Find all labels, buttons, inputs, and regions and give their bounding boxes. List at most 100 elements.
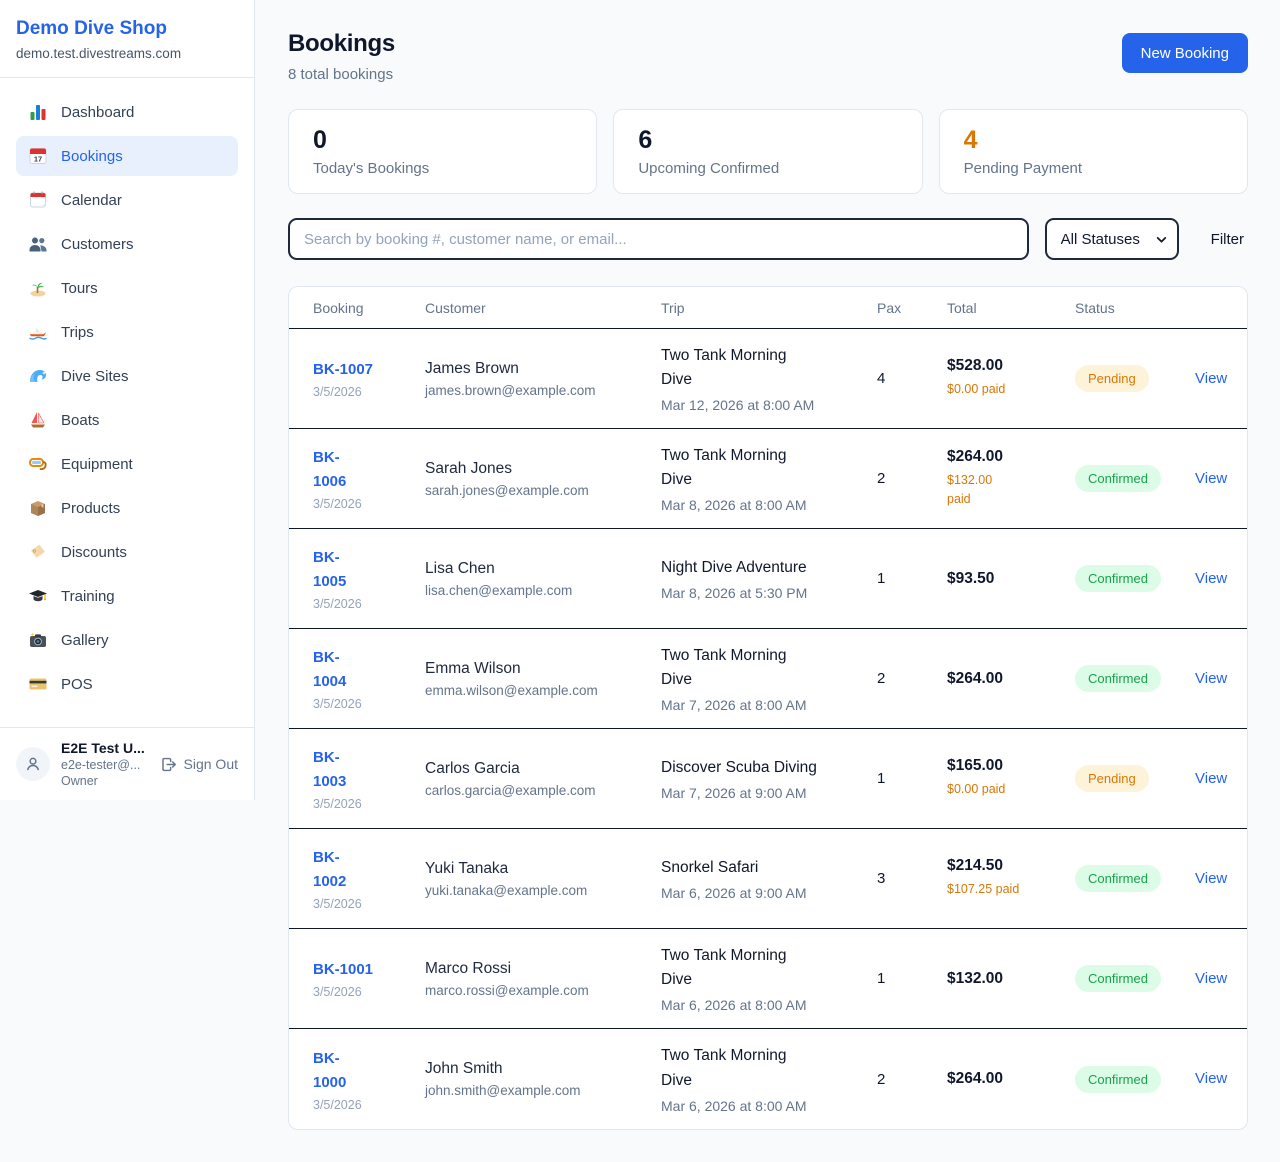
- sidebar-item-discounts[interactable]: Discounts: [16, 532, 238, 572]
- sign-out-icon: [160, 756, 177, 773]
- sidebar-item-bookings[interactable]: 17 Bookings: [16, 136, 238, 176]
- customer-name: Marco Rossi: [425, 960, 661, 978]
- paid-amount: $107.25 paid: [947, 880, 1075, 899]
- filter-button[interactable]: Filter: [1211, 231, 1244, 248]
- sidebar-nav: Dashboard 17 Bookings Calendar Customers…: [0, 78, 254, 704]
- view-link[interactable]: View: [1195, 1070, 1227, 1087]
- stats-cards: 0 Today's Bookings 6 Upcoming Confirmed …: [288, 109, 1248, 194]
- trip-datetime: Mar 7, 2026 at 8:00 AM: [661, 697, 877, 713]
- search-input[interactable]: [288, 218, 1029, 260]
- sidebar-item-boats[interactable]: Boats: [16, 400, 238, 440]
- view-link[interactable]: View: [1195, 970, 1227, 987]
- view-cell: View: [1195, 470, 1247, 488]
- trip-datetime: Mar 8, 2026 at 5:30 PM: [661, 585, 877, 601]
- status-cell: Confirmed: [1075, 465, 1195, 492]
- bar-chart-icon: [28, 102, 48, 122]
- booking-date: 3/5/2026: [313, 697, 425, 711]
- booking-id-link[interactable]: BK- 1005: [313, 546, 346, 594]
- trip-cell: Two Tank Morning Dive Mar 7, 2026 at 8:0…: [661, 644, 877, 713]
- customer-cell: Emma Wilson emma.wilson@example.com: [425, 660, 661, 698]
- view-link[interactable]: View: [1195, 570, 1227, 587]
- trip-cell: Snorkel Safari Mar 6, 2026 at 9:00 AM: [661, 856, 877, 901]
- toolbar: All Statuses Filter: [288, 218, 1248, 260]
- new-booking-button[interactable]: New Booking: [1122, 33, 1248, 73]
- view-cell: View: [1195, 770, 1247, 788]
- booking-id-link[interactable]: BK- 1006: [313, 446, 346, 494]
- total-cell: $132.00: [947, 970, 1075, 988]
- trip-name: Two Tank Morning Dive: [661, 444, 819, 492]
- table-row: BK- 1006 3/5/2026 Sarah Jones sarah.jone…: [289, 429, 1247, 529]
- booking-id-link[interactable]: BK- 1003: [313, 746, 346, 794]
- sign-out-button[interactable]: Sign Out: [160, 756, 238, 773]
- total-cell: $528.00 $0.00 paid: [947, 357, 1075, 399]
- status-badge: Pending: [1075, 365, 1149, 392]
- stat-label: Today's Bookings: [313, 160, 572, 177]
- table-row: BK- 1000 3/5/2026 John Smith john.smith@…: [289, 1029, 1247, 1129]
- booking-id-link[interactable]: BK- 1002: [313, 846, 346, 894]
- page-header: Bookings 8 total bookings New Booking: [288, 30, 1248, 83]
- customer-email: lisa.chen@example.com: [425, 583, 661, 598]
- booking-id-link[interactable]: BK-1001: [313, 958, 373, 982]
- status-filter-select[interactable]: All Statuses: [1045, 218, 1179, 260]
- sign-out-label: Sign Out: [184, 756, 238, 772]
- total-amount: $93.50: [947, 570, 1075, 588]
- customer-name: Lisa Chen: [425, 560, 661, 578]
- pax-value: 1: [877, 570, 947, 587]
- pax-value: 2: [877, 470, 947, 487]
- view-link[interactable]: View: [1195, 470, 1227, 487]
- status-cell: Confirmed: [1075, 865, 1195, 892]
- sidebar-item-customers[interactable]: Customers: [16, 224, 238, 264]
- booking-id-link[interactable]: BK-1007: [313, 358, 373, 382]
- customer-email: james.brown@example.com: [425, 383, 661, 398]
- status-cell: Confirmed: [1075, 1066, 1195, 1093]
- camera-icon: [28, 630, 48, 650]
- brand-domain: demo.test.divestreams.com: [16, 46, 238, 61]
- view-link[interactable]: View: [1195, 370, 1227, 387]
- stat-value: 4: [964, 126, 1223, 155]
- sailboat-icon: [28, 410, 48, 430]
- sidebar-item-calendar[interactable]: Calendar: [16, 180, 238, 220]
- calendar-icon: 17: [28, 146, 48, 166]
- trip-datetime: Mar 7, 2026 at 9:00 AM: [661, 785, 877, 801]
- status-cell: Confirmed: [1075, 965, 1195, 992]
- sidebar-item-dive-sites[interactable]: Dive Sites: [16, 356, 238, 396]
- app: Demo Dive Shop demo.test.divestreams.com…: [0, 0, 1280, 1160]
- pax-value: 2: [877, 670, 947, 687]
- sidebar-item-training[interactable]: Training: [16, 576, 238, 616]
- sidebar-item-label: Trips: [61, 324, 94, 341]
- view-link[interactable]: View: [1195, 770, 1227, 787]
- user-name: E2E Test U...: [61, 740, 149, 756]
- trip-name: Snorkel Safari: [661, 856, 819, 880]
- stat-card: 4 Pending Payment: [939, 109, 1248, 194]
- view-cell: View: [1195, 670, 1247, 688]
- booking-cell: BK- 1005 3/5/2026: [313, 546, 425, 611]
- customer-name: James Brown: [425, 360, 661, 378]
- trip-datetime: Mar 6, 2026 at 8:00 AM: [661, 997, 877, 1013]
- sidebar-item-label: Equipment: [61, 456, 133, 473]
- sidebar-item-pos[interactable]: POS: [16, 664, 238, 704]
- booking-date: 3/5/2026: [313, 897, 425, 911]
- status-badge: Confirmed: [1075, 965, 1161, 992]
- view-link[interactable]: View: [1195, 870, 1227, 887]
- sidebar-item-gallery[interactable]: Gallery: [16, 620, 238, 660]
- booking-id-link[interactable]: BK- 1000: [313, 1047, 346, 1095]
- trip-name: Night Dive Adventure: [661, 556, 819, 580]
- trip-cell: Two Tank Morning Dive Mar 6, 2026 at 8:0…: [661, 1044, 877, 1113]
- booking-cell: BK- 1006 3/5/2026: [313, 446, 425, 511]
- customer-cell: Marco Rossi marco.rossi@example.com: [425, 960, 661, 998]
- sidebar-item-dashboard[interactable]: Dashboard: [16, 92, 238, 132]
- sidebar-item-label: Customers: [61, 236, 134, 253]
- sidebar-item-equipment[interactable]: Equipment: [16, 444, 238, 484]
- sidebar-item-tours[interactable]: Tours: [16, 268, 238, 308]
- total-cell: $264.00: [947, 670, 1075, 688]
- sidebar-item-trips[interactable]: Trips: [16, 312, 238, 352]
- customer-name: Carlos Garcia: [425, 760, 661, 778]
- status-filter-wrap: All Statuses: [1045, 218, 1179, 260]
- trip-cell: Night Dive Adventure Mar 8, 2026 at 5:30…: [661, 556, 877, 601]
- booking-cell: BK- 1003 3/5/2026: [313, 746, 425, 811]
- total-amount: $132.00: [947, 970, 1075, 988]
- sidebar-item-products[interactable]: Products: [16, 488, 238, 528]
- customer-email: sarah.jones@example.com: [425, 483, 661, 498]
- view-link[interactable]: View: [1195, 670, 1227, 687]
- booking-id-link[interactable]: BK- 1004: [313, 646, 346, 694]
